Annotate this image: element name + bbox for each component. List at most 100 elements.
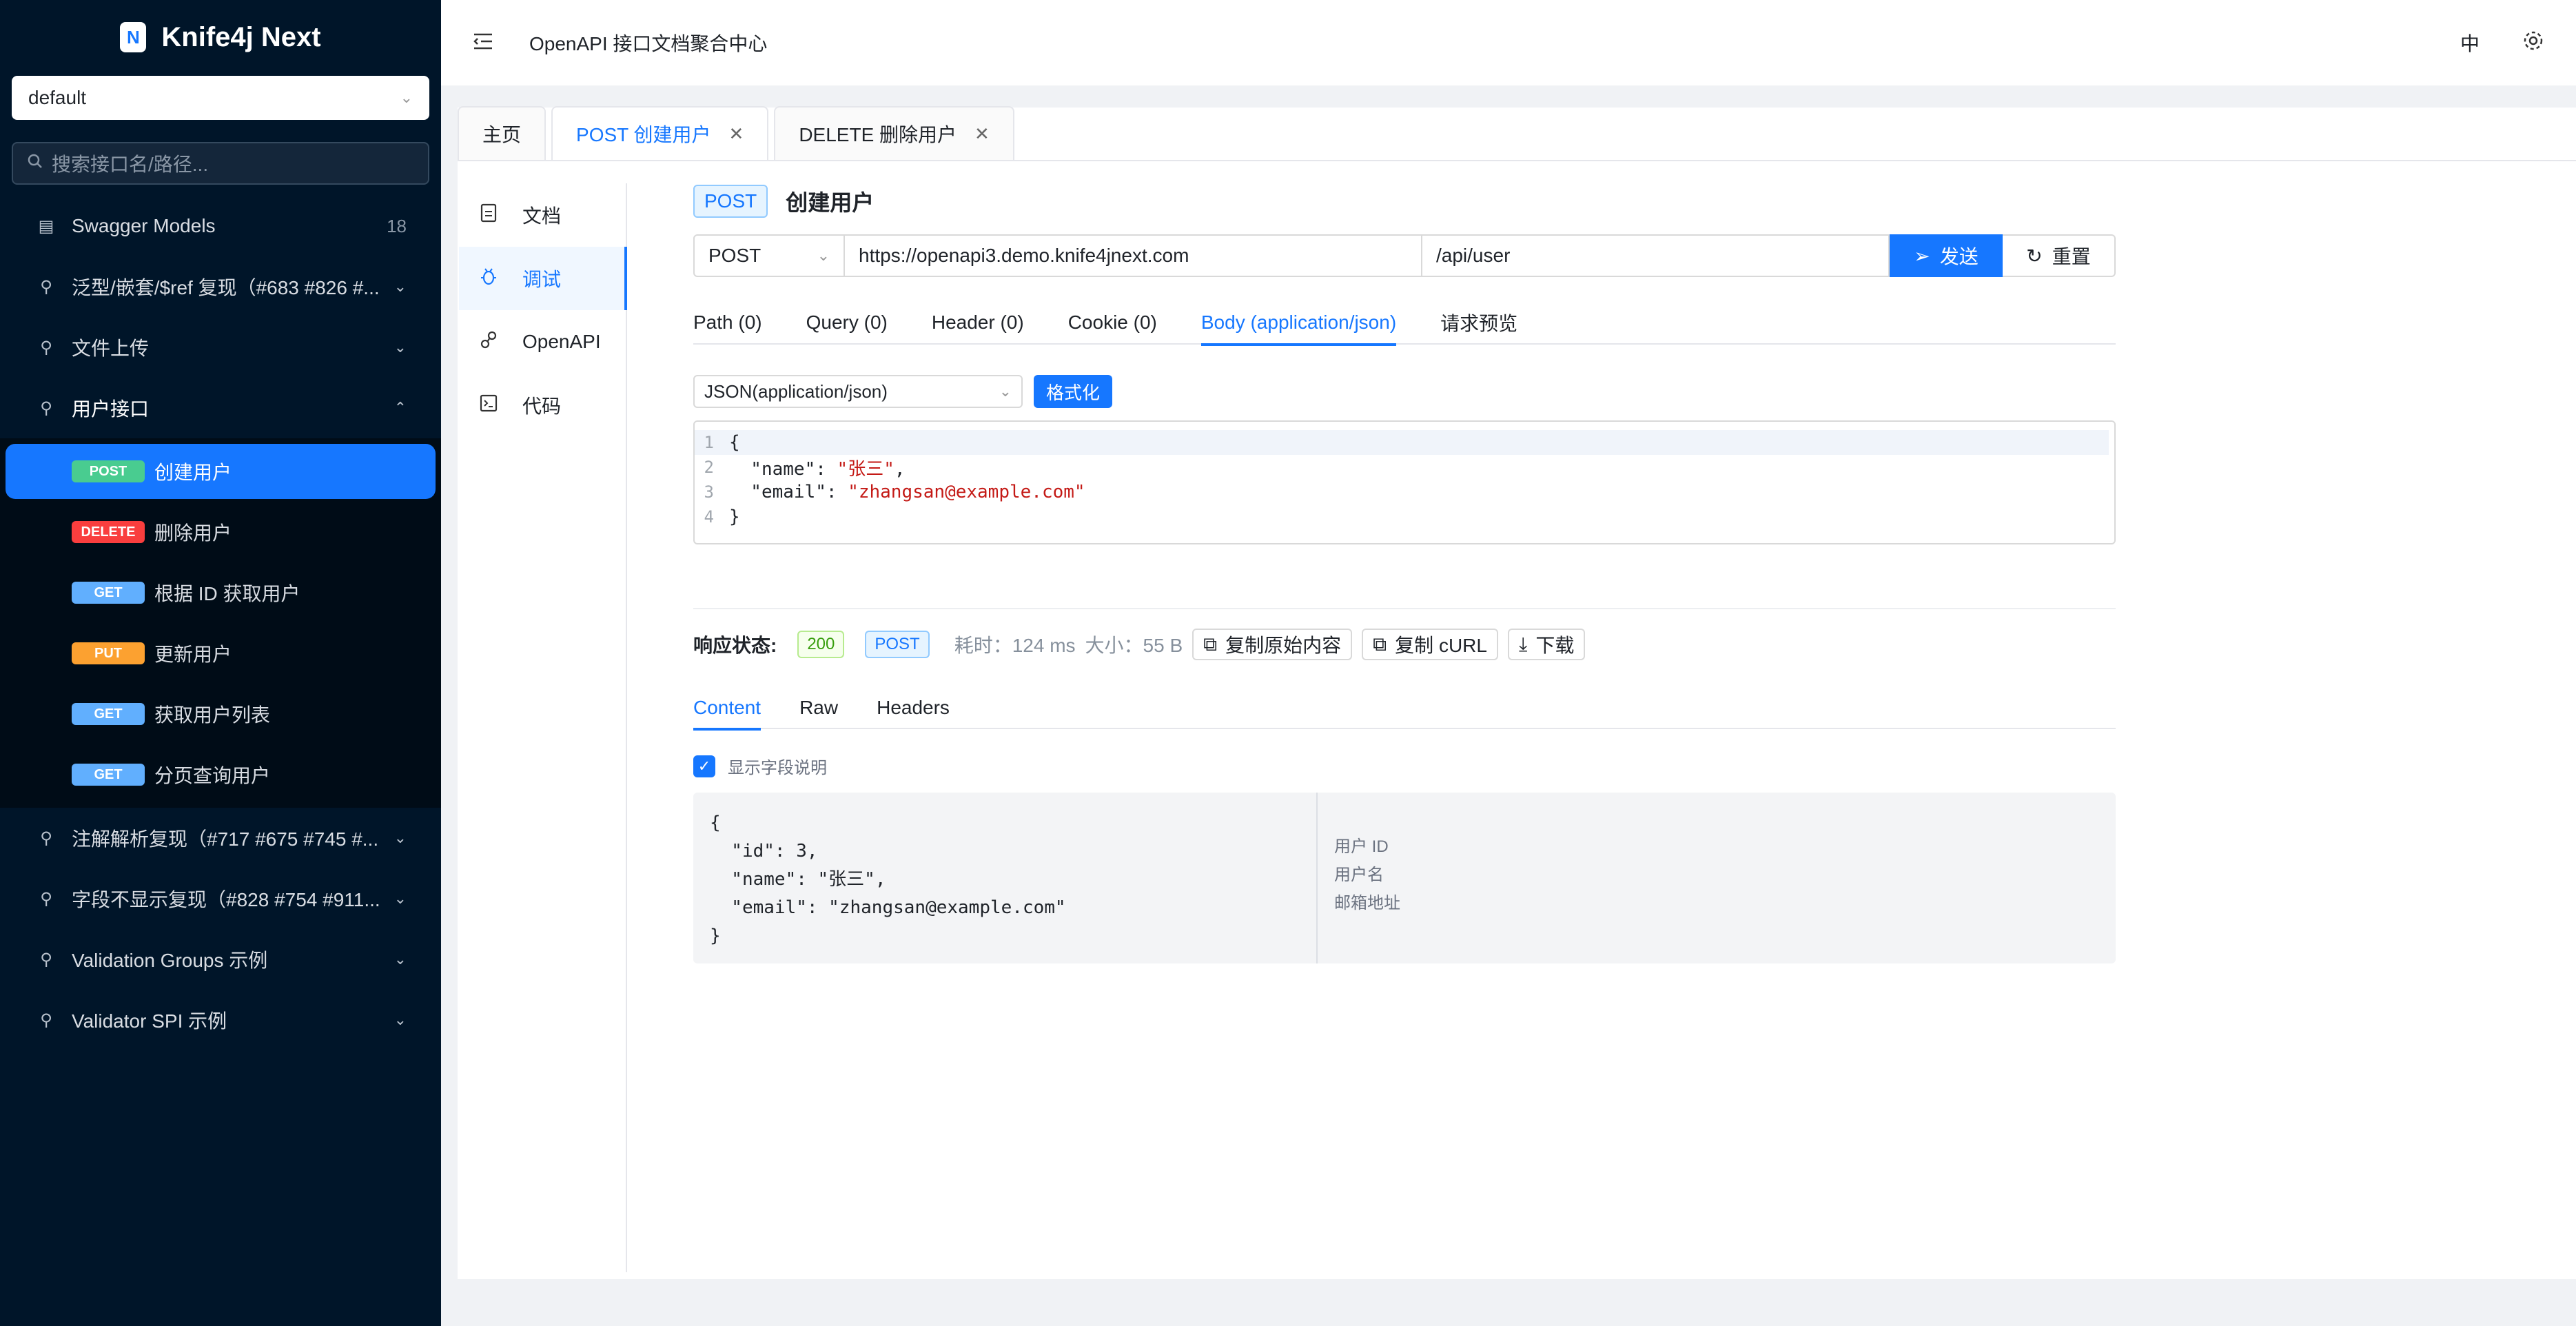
- sub-item-update-user[interactable]: PUT 更新用户: [0, 623, 441, 684]
- api-icon: [480, 330, 498, 354]
- nav-item-user-api[interactable]: ⚲ 用户接口 ⌃: [0, 378, 441, 438]
- menu-item-label: 文档: [522, 205, 562, 227]
- api-icon: ⚲: [40, 889, 52, 908]
- code-text: "email": "zhangsan@example.com": [724, 482, 1085, 502]
- chevron-down-icon: ⌄: [393, 950, 407, 968]
- code-line: 1 {: [695, 430, 2109, 455]
- menu-item-code[interactable]: 代码: [459, 374, 626, 437]
- sub-item-list-users[interactable]: GET 获取用户列表: [0, 684, 441, 744]
- copy-curl-button[interactable]: ⧉ 复制 cURL: [1362, 629, 1498, 660]
- nav-item-file-upload[interactable]: ⚲ 文件上传 ⌄: [0, 317, 441, 378]
- gear-icon[interactable]: [2522, 30, 2544, 57]
- group-select-value: default: [28, 87, 87, 108]
- close-icon[interactable]: ✕: [974, 123, 990, 145]
- content-area: 主页 POST 创建用户 ✕ DELETE 删除用户 ✕ 文档 调试 OpenA…: [458, 106, 2576, 1279]
- close-icon[interactable]: ✕: [729, 123, 744, 145]
- nav-item-swagger-models[interactable]: ▤ Swagger Models 18: [0, 196, 441, 256]
- api-icon: ⚲: [40, 1010, 52, 1030]
- response-size: 大小：55 B: [1085, 635, 1183, 656]
- menu-item-label: 代码: [522, 396, 562, 417]
- code-token: "name":: [729, 458, 837, 480]
- count-badge: 18: [387, 215, 407, 236]
- tab-request-preview[interactable]: 请求预览: [1440, 300, 1517, 345]
- show-field-desc-label: 显示字段说明: [728, 759, 827, 777]
- copy-icon: ⧉: [1373, 633, 1387, 655]
- nav-item-label: Validator SPI 示例: [72, 1010, 227, 1032]
- tab-label: DELETE 删除用户: [799, 124, 957, 145]
- code-line: 4 }: [695, 504, 2114, 529]
- code-text: "name": "张三",: [724, 455, 905, 480]
- method-badge: GET: [72, 764, 145, 786]
- nav-item-validator-spi[interactable]: ⚲ Validator SPI 示例 ⌄: [0, 990, 441, 1050]
- request-url-row: POST ⌄ https://openapi3.demo.knife4jnext…: [693, 234, 2116, 277]
- sub-item-label: 获取用户列表: [154, 704, 271, 726]
- code-string: "张三": [837, 458, 895, 480]
- tab-raw[interactable]: Raw: [799, 686, 838, 729]
- tab-body[interactable]: Body (application/json): [1200, 300, 1397, 346]
- sub-item-delete-user[interactable]: DELETE 删除用户: [0, 502, 441, 562]
- menu-fold-icon[interactable]: [473, 32, 493, 54]
- tab-delete-user[interactable]: DELETE 删除用户 ✕: [774, 106, 1014, 160]
- param-tabs: Path (0) Query (0) Header (0) Cookie (0)…: [693, 300, 2116, 346]
- tab-headers[interactable]: Headers: [877, 686, 950, 729]
- body-editor[interactable]: 1 { 2 "name": "张三", 3 "email": "zhangsan…: [693, 420, 2116, 544]
- sub-item-create-user[interactable]: POST 创建用户: [6, 444, 436, 499]
- chevron-down-icon: ⌄: [400, 89, 413, 106]
- nav-item-label: 泛型/嵌套/$ref 复现（#683 #826 #...: [72, 277, 380, 298]
- menu-item-debug[interactable]: 调试: [459, 247, 627, 310]
- code-text: }: [724, 507, 740, 527]
- content-type-value: JSON(application/json): [704, 380, 888, 402]
- api-icon: ⚲: [40, 277, 52, 296]
- line-number: 4: [704, 507, 714, 527]
- copy-raw-button[interactable]: ⧉ 复制原始内容: [1192, 629, 1353, 660]
- nav-item-field-hidden[interactable]: ⚲ 字段不显示复现（#828 #754 #911... ⌄: [0, 868, 441, 929]
- show-field-desc-toggle[interactable]: ✓ 显示字段说明: [693, 754, 827, 778]
- menu-item-label: OpenAPI: [522, 331, 601, 352]
- tab-header[interactable]: Header (0): [932, 300, 1024, 345]
- method-badge: POST: [72, 460, 145, 482]
- content-type-select[interactable]: JSON(application/json) ⌄: [693, 375, 1023, 408]
- reset-label: 重置: [2052, 246, 2091, 267]
- menu-item-docs[interactable]: 文档: [459, 183, 626, 247]
- divider: [693, 608, 2116, 609]
- api-icon: ⚲: [40, 828, 52, 848]
- sub-item-get-user[interactable]: GET 根据 ID 获取用户: [0, 562, 441, 623]
- reset-button[interactable]: ↻ 重置: [2003, 234, 2116, 277]
- nav-item-validation-groups[interactable]: ⚲ Validation Groups 示例 ⌄: [0, 929, 441, 990]
- tab-home[interactable]: 主页: [458, 106, 546, 160]
- sub-item-label: 根据 ID 获取用户: [154, 583, 300, 604]
- chevron-down-icon: ⌄: [393, 890, 407, 907]
- tab-path[interactable]: Path (0): [693, 300, 762, 345]
- menu-item-openapi[interactable]: OpenAPI: [459, 310, 626, 374]
- app-logo[interactable]: N Knife4j Next: [0, 17, 441, 58]
- checkbox-checked-icon[interactable]: ✓: [693, 755, 715, 777]
- path-input[interactable]: /api/user: [1422, 234, 1890, 277]
- code-token: {: [729, 432, 740, 453]
- nav-item-label: 用户接口: [72, 398, 150, 420]
- line-number: 3: [704, 482, 714, 502]
- sub-item-page-users[interactable]: GET 分页查询用户: [0, 744, 441, 805]
- tab-create-user[interactable]: POST 创建用户 ✕: [551, 106, 769, 160]
- api-icon: ⚲: [40, 338, 52, 357]
- copy-icon: ⧉: [1203, 633, 1218, 655]
- path-value: /api/user: [1436, 245, 1511, 266]
- send-button[interactable]: ➢ 发送: [1890, 234, 2003, 277]
- search-input[interactable]: 搜索接口名/路径...: [12, 142, 429, 185]
- base-url-input[interactable]: https://openapi3.demo.knife4jnext.com: [845, 234, 1422, 277]
- bug-icon: [480, 267, 498, 291]
- nav-item-generic[interactable]: ⚲ 泛型/嵌套/$ref 复现（#683 #826 #... ⌄: [0, 256, 441, 317]
- download-button[interactable]: ⤓ 下载: [1507, 629, 1586, 660]
- page-tabs: 主页 POST 创建用户 ✕ DELETE 删除用户 ✕: [458, 106, 2576, 161]
- nav-item-annotation[interactable]: ⚲ 注解解析复现（#717 #675 #745 #... ⌄: [0, 808, 441, 868]
- line-number: 1: [704, 433, 714, 452]
- chevron-down-icon: ⌄: [393, 278, 407, 295]
- tab-cookie[interactable]: Cookie (0): [1068, 300, 1157, 345]
- method-select[interactable]: POST ⌄: [693, 234, 845, 277]
- status-code-badge: 200: [797, 631, 845, 658]
- tab-query[interactable]: Query (0): [806, 300, 888, 345]
- group-select[interactable]: default ⌄: [12, 76, 429, 120]
- language-toggle[interactable]: 中: [2460, 29, 2480, 57]
- tab-content[interactable]: Content: [693, 686, 761, 731]
- format-button[interactable]: 格式化: [1034, 375, 1113, 408]
- search-placeholder: 搜索接口名/路径...: [52, 154, 209, 175]
